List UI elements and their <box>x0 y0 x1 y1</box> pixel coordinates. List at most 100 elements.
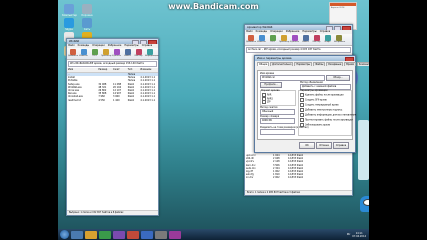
toolbar-button[interactable]: Просмотр <box>101 49 111 57</box>
toolbar-button[interactable]: Найти <box>301 35 310 43</box>
maximize-button[interactable] <box>334 26 341 30</box>
menu-item[interactable]: Операции <box>270 30 283 33</box>
split-volumes-field[interactable] <box>260 129 295 135</box>
taskbar-app-button[interactable] <box>113 230 125 239</box>
menu-item[interactable]: Файл <box>68 44 75 47</box>
toolbar-button[interactable]: Добавить <box>246 35 257 43</box>
minimize-button[interactable] <box>326 26 333 30</box>
dialog-tab[interactable]: Резервные <box>326 62 344 67</box>
format-radio[interactable]: ZIP <box>262 100 270 104</box>
slideshow-gadget[interactable] <box>358 120 369 180</box>
close-button[interactable] <box>345 57 354 61</box>
toolbar-button-label: Добавить <box>246 41 257 43</box>
toolbar-button[interactable]: Тест <box>268 35 277 43</box>
table-row[interactable]: readme.txt 4 550 1 420 Файл 4.1.2013 1.1 <box>67 99 158 102</box>
menu-item[interactable]: Команды <box>78 44 90 47</box>
column-header[interactable]: Размер <box>97 68 112 72</box>
taskbar-app-button[interactable] <box>71 230 83 239</box>
column-header[interactable]: Изменён <box>139 68 158 72</box>
maximize-button[interactable] <box>140 40 147 44</box>
column-header[interactable]: Сжат <box>112 68 127 72</box>
language-indicator[interactable]: RU <box>347 233 350 236</box>
minion-eye <box>363 199 369 206</box>
toolbar-button[interactable]: Просмотр <box>279 35 289 43</box>
toolbar-button[interactable]: Инфо <box>323 35 332 43</box>
toolbar-button[interactable]: Информация <box>145 49 159 57</box>
toolbar-button[interactable]: Мастер <box>134 49 143 57</box>
dialog-tab[interactable]: Комментарий <box>356 62 369 67</box>
toolbar-button[interactable]: Тест <box>90 49 99 57</box>
option-checkbox[interactable]: Создать SFX-архив <box>300 98 327 102</box>
toolbar-button[interactable]: Мастер <box>312 35 321 43</box>
taskbar-app-button[interactable] <box>85 230 97 239</box>
menu-item[interactable]: Справка <box>320 30 331 33</box>
toolbar-button[interactable]: Найти <box>123 49 132 57</box>
option-checkbox[interactable]: Удалить файлы после архивации <box>300 93 344 97</box>
menu-item[interactable]: Файл <box>246 30 253 33</box>
dialog-tab[interactable]: Время <box>344 62 356 67</box>
taskbar-app-button[interactable] <box>99 230 111 239</box>
menu-item[interactable]: Команды <box>256 30 268 33</box>
dictionary-select[interactable]: 4096 КБ <box>260 118 295 124</box>
option-checkbox[interactable]: Протестировать файлы после архивации <box>300 118 353 122</box>
menu-item[interactable]: Избранное <box>108 44 122 47</box>
dialog-tab[interactable]: Дополнительно <box>270 62 294 67</box>
ok-button[interactable]: OK <box>299 142 315 149</box>
toolbar-button-label: Исправить <box>334 41 346 43</box>
desktop-icon[interactable] <box>82 4 92 14</box>
browse-button[interactable]: Обзор... <box>326 75 350 81</box>
help-button[interactable]: Справка <box>333 142 349 149</box>
close-button[interactable] <box>148 40 157 44</box>
toolbar-button-label: Найти <box>302 41 309 43</box>
profiles-button[interactable]: Профили... <box>260 82 282 88</box>
taskbar-app-button[interactable] <box>155 230 167 239</box>
checkbox-indicator <box>300 103 304 107</box>
option-checkbox[interactable]: Добавить электронную подпись <box>300 108 342 112</box>
taskbar-app-button[interactable] <box>141 230 153 239</box>
toolbar-button[interactable]: Добавить <box>68 49 78 57</box>
dialog-tab[interactable]: Параметры <box>294 62 313 67</box>
table-cell: 1 420 <box>113 98 120 102</box>
desktop-icon[interactable] <box>64 4 74 14</box>
table-cell: readme.txt <box>68 98 81 102</box>
toolbar-button[interactable]: Извлечь <box>257 35 266 43</box>
dialog-tab[interactable]: Общие <box>257 62 270 67</box>
watermark: www.Bandicam.com <box>168 2 259 11</box>
desktop-icon-label: Корзина <box>81 14 93 17</box>
taskbar-app-button[interactable] <box>169 230 181 239</box>
archive-path[interactable]: Win.WinRAR-RR-ZIP архив, исходный размер… <box>68 61 157 67</box>
column-header[interactable]: Имя <box>67 68 97 72</box>
dialog-title[interactable]: Имя и параметры архива <box>255 56 355 61</box>
menu-item[interactable]: Параметры <box>124 44 138 47</box>
option-checkbox[interactable]: Заблокировать архив <box>300 123 330 127</box>
cancel-button[interactable]: Отмена <box>316 142 332 149</box>
desktop-icon[interactable] <box>82 18 92 28</box>
menu-item[interactable]: Избранное <box>286 30 300 33</box>
toolbar-button-label: Мастер <box>134 55 143 57</box>
window-title[interactable]: WinRAR <box>67 39 158 44</box>
menu-item[interactable]: Справка <box>142 44 153 47</box>
desktop-icon[interactable] <box>64 18 74 28</box>
archive-path[interactable]: Archive.rar – ZIP архив, исходный размер… <box>246 47 351 53</box>
minimize-button[interactable] <box>132 40 139 44</box>
table-cell: 12,833 Файл <box>288 176 304 180</box>
option-checkbox[interactable]: Добавить информацию для восстановления <box>300 113 356 117</box>
dialog-tab[interactable]: Файлы <box>313 62 326 67</box>
winrar-window-left[interactable]: WinRAR Файл Команды Операции Избранное Парам… <box>66 38 159 216</box>
toolbar-button[interactable]: Исправить <box>334 35 346 43</box>
start-button[interactable] <box>60 230 69 239</box>
option-checkbox[interactable]: Создать непрерывный архив <box>300 103 339 107</box>
table-row[interactable]: ini.drv 2 002 12,833 Файл <box>245 176 352 179</box>
column-header[interactable]: Тип <box>127 68 140 72</box>
archive-settings-dialog[interactable]: Имя и параметры архива Общие Дополнительн… <box>254 55 369 153</box>
menu-item[interactable]: Параметры <box>302 30 316 33</box>
table-cell: Файл <box>127 98 135 102</box>
menu-item[interactable]: Операции <box>92 44 105 47</box>
taskbar-app-button[interactable] <box>127 230 139 239</box>
toolbar-button[interactable]: Удалить <box>112 49 121 57</box>
window-title[interactable]: Архиватор WinRAR <box>245 25 352 30</box>
clock[interactable]: 14:11 07.04.2014 <box>352 232 366 238</box>
toolbar-button[interactable]: Удалить <box>290 35 299 43</box>
toolbar-button[interactable]: Извлечь <box>79 49 88 57</box>
close-button[interactable] <box>342 26 351 30</box>
